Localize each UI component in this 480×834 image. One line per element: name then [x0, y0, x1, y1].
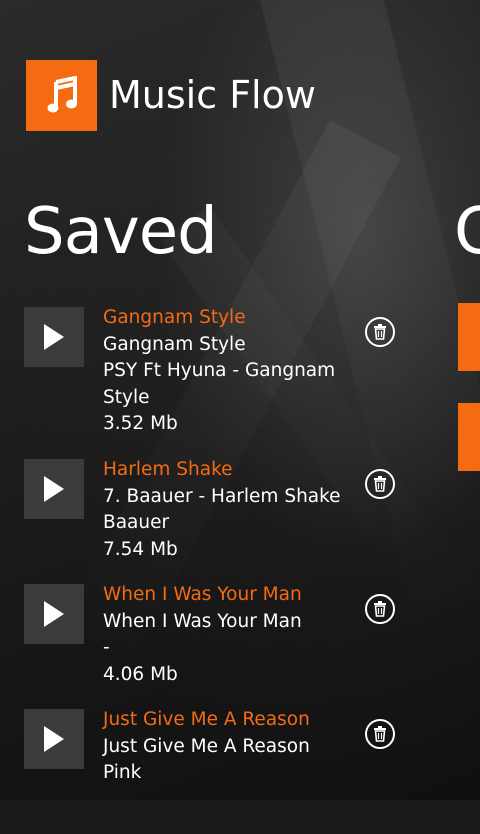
play-button[interactable]	[24, 307, 84, 367]
trash-icon	[374, 726, 386, 742]
trash-icon	[374, 324, 386, 340]
list-item: Gangnam Style Gangnam Style PSY Ft Hyuna…	[0, 307, 440, 459]
song-info[interactable]: Gangnam Style Gangnam Style PSY Ft Hyuna…	[103, 305, 343, 438]
list-item: Just Give Me A Reason Just Give Me A Rea…	[0, 709, 440, 834]
song-title: When I Was Your Man	[103, 584, 302, 605]
song-size: 3.52 Mb	[103, 413, 178, 434]
saved-songs-list: Gangnam Style Gangnam Style PSY Ft Hyuna…	[0, 307, 440, 834]
song-artist: Baauer	[103, 512, 170, 533]
song-info[interactable]: Just Give Me A Reason Just Give Me A Rea…	[103, 707, 343, 787]
delete-button[interactable]	[365, 719, 395, 749]
play-icon	[44, 726, 64, 752]
song-info[interactable]: Harlem Shake 7. Baauer - Harlem Shake Ba…	[103, 457, 343, 563]
next-page-button-peek[interactable]	[458, 403, 480, 471]
next-page-title-peek[interactable]: C	[454, 192, 480, 272]
list-item: When I Was Your Man When I Was Your Man …	[0, 584, 440, 709]
song-size: 7.54 Mb	[103, 538, 178, 560]
song-info[interactable]: When I Was Your Man When I Was Your Man …	[103, 582, 343, 688]
trash-icon	[374, 601, 386, 617]
song-track-name: When I Was Your Man	[103, 610, 302, 632]
song-title: Gangnam Style	[103, 307, 246, 328]
play-icon	[44, 324, 64, 350]
music-note-icon	[47, 76, 77, 113]
song-track-name: 7. Baauer - Harlem Shake	[103, 485, 341, 507]
song-title: Harlem Shake	[103, 459, 233, 480]
song-size: 4.06 Mb	[103, 663, 178, 685]
play-button[interactable]	[24, 459, 84, 519]
song-artist: PSY Ft Hyuna - Gangnam	[103, 360, 336, 381]
delete-button[interactable]	[365, 594, 395, 624]
play-button[interactable]	[24, 709, 84, 769]
app-logo-tile	[26, 59, 97, 131]
page-title: Saved	[24, 195, 218, 269]
app-title: Music Flow	[109, 73, 316, 117]
play-button[interactable]	[24, 584, 84, 644]
song-track-name: Gangnam Style	[103, 333, 246, 355]
list-item: Harlem Shake 7. Baauer - Harlem Shake Ba…	[0, 459, 440, 584]
play-icon	[44, 476, 64, 502]
song-artist-cont: Style	[103, 386, 150, 408]
song-title: Just Give Me A Reason	[103, 709, 310, 730]
trash-icon	[374, 476, 386, 492]
app-header: Music Flow	[26, 59, 316, 131]
delete-button[interactable]	[365, 317, 395, 347]
next-page-button-peek[interactable]	[458, 303, 480, 371]
play-icon	[44, 601, 64, 627]
song-artist: -	[103, 637, 110, 658]
song-track-name: Just Give Me A Reason	[103, 735, 310, 757]
song-artist: Pink	[103, 762, 142, 783]
delete-button[interactable]	[365, 469, 395, 499]
